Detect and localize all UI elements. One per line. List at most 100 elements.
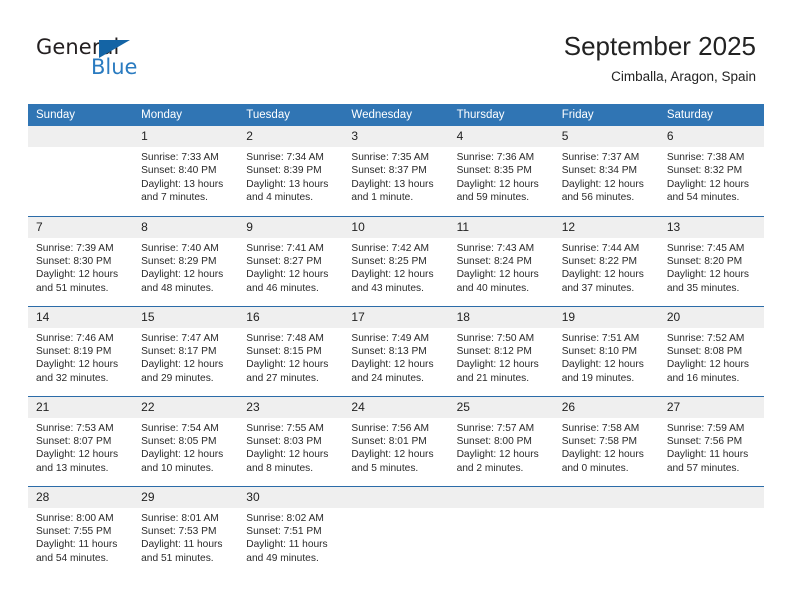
day-details: Sunrise: 7:44 AM Sunset: 8:22 PM Daylight:… bbox=[554, 238, 659, 296]
day-details: Sunrise: 7:48 AM Sunset: 8:15 PM Daylight:… bbox=[238, 328, 343, 386]
sunrise-text: Sunrise: 7:45 AM bbox=[666, 242, 745, 254]
daylight-text-line1: Daylight: 12 hours bbox=[246, 449, 329, 461]
sunset-text: Sunset: 8:34 PM bbox=[561, 165, 638, 177]
day-cell-inner: 2 Sunrise: 7:34 AM Sunset: 8:39 PM Daylight… bbox=[238, 126, 344, 216]
sunset-text: Sunset: 8:27 PM bbox=[246, 255, 322, 267]
day-cell-inner: 1 Sunrise: 7:33 AM Sunset: 8:40 PM Daylight… bbox=[133, 126, 239, 216]
calendar-body: 1 Sunrise: 7:33 AM Sunset: 8:40 PM Daylight… bbox=[28, 126, 764, 576]
day-details: Sunrise: 7:59 AM Sunset: 7:56 PM Daylight:… bbox=[659, 418, 764, 476]
day-details: Sunrise: 7:34 AM Sunset: 8:39 PM Daylight:… bbox=[238, 147, 343, 205]
day-details: Sunrise: 7:52 AM Sunset: 8:08 PM Daylight:… bbox=[659, 328, 764, 386]
day-cell[interactable]: 18 Sunrise: 7:50 AM Sunset: 8:12 PM Dayligh… bbox=[448, 305, 554, 396]
day-cell-inner: 5 Sunrise: 7:37 AM Sunset: 8:34 PM Daylight… bbox=[553, 126, 659, 216]
day-number: 5 bbox=[553, 126, 659, 147]
sunrise-text: Sunrise: 7:53 AM bbox=[36, 422, 114, 434]
daylight-text-line2: and 54 minutes. bbox=[36, 552, 109, 564]
day-cell-inner: 3 Sunrise: 7:35 AM Sunset: 8:37 PM Daylight… bbox=[343, 126, 449, 216]
daylight-text-line2: and 32 minutes. bbox=[36, 372, 109, 384]
day-number bbox=[658, 486, 764, 508]
day-cell[interactable]: 12 Sunrise: 7:44 AM Sunset: 8:22 PM Dayligh… bbox=[553, 215, 659, 306]
daylight-text-line2: and 8 minutes. bbox=[246, 462, 314, 474]
daylight-text-line2: and 49 minutes. bbox=[246, 552, 319, 564]
sunset-text: Sunset: 8:24 PM bbox=[456, 255, 532, 267]
daylight-text-line1: Daylight: 12 hours bbox=[666, 359, 749, 371]
daylight-text-line1: Daylight: 13 hours bbox=[351, 178, 434, 190]
day-cell[interactable]: 10 Sunrise: 7:42 AM Sunset: 8:25 PM Dayligh… bbox=[343, 215, 449, 306]
day-cell[interactable]: 28 Sunrise: 8:00 AM Sunset: 7:55 PM Dayligh… bbox=[28, 485, 134, 576]
day-cell[interactable]: 20 Sunrise: 7:52 AM Sunset: 8:08 PM Dayligh… bbox=[658, 305, 764, 396]
day-cell-empty bbox=[343, 485, 449, 577]
daylight-text-line2: and 16 minutes. bbox=[666, 372, 740, 384]
day-number: 9 bbox=[238, 216, 344, 238]
daylight-text-line1: Daylight: 13 hours bbox=[246, 178, 329, 190]
sunrise-text: Sunrise: 7:42 AM bbox=[351, 242, 430, 254]
sunset-text: Sunset: 8:35 PM bbox=[456, 165, 532, 177]
day-details: Sunrise: 7:43 AM Sunset: 8:24 PM Daylight:… bbox=[449, 238, 554, 296]
day-cell[interactable]: 11 Sunrise: 7:43 AM Sunset: 8:24 PM Dayligh… bbox=[448, 215, 554, 306]
day-number: 16 bbox=[238, 306, 344, 328]
day-cell[interactable]: 8 Sunrise: 7:40 AM Sunset: 8:29 PM Daylight… bbox=[133, 215, 239, 306]
daylight-text-line1: Daylight: 12 hours bbox=[561, 449, 644, 461]
daylight-text-line2: and 21 minutes. bbox=[456, 372, 530, 384]
day-cell-inner: 26 Sunrise: 7:58 AM Sunset: 7:58 PM Dayligh… bbox=[553, 396, 659, 486]
daylight-text-line1: Daylight: 12 hours bbox=[351, 359, 434, 371]
daylight-text-line1: Daylight: 11 hours bbox=[666, 449, 749, 461]
day-cell[interactable]: 27 Sunrise: 7:59 AM Sunset: 7:56 PM Dayligh… bbox=[658, 395, 764, 486]
day-cell[interactable]: 21 Sunrise: 7:53 AM Sunset: 8:07 PM Dayligh… bbox=[28, 395, 134, 486]
day-cell-inner: 19 Sunrise: 7:51 AM Sunset: 8:10 PM Dayligh… bbox=[553, 306, 659, 396]
day-number: 6 bbox=[658, 126, 764, 147]
day-cell-empty bbox=[658, 485, 764, 576]
sunset-text: Sunset: 8:32 PM bbox=[666, 165, 743, 177]
brand-logo[interactable]: General Blue bbox=[36, 36, 216, 90]
sunset-text: Sunset: 7:56 PM bbox=[666, 435, 743, 447]
sunrise-text: Sunrise: 7:35 AM bbox=[351, 152, 430, 163]
day-cell-inner: 15 Sunrise: 7:47 AM Sunset: 8:17 PM Dayligh… bbox=[133, 306, 239, 396]
day-number: 14 bbox=[28, 306, 134, 328]
day-cell[interactable]: 1 Sunrise: 7:33 AM Sunset: 8:40 PM Daylight… bbox=[133, 126, 239, 216]
day-cell[interactable]: 24 Sunrise: 7:56 AM Sunset: 8:01 PM Dayligh… bbox=[343, 395, 449, 486]
day-cell-inner: 20 Sunrise: 7:52 AM Sunset: 8:08 PM Dayligh… bbox=[658, 306, 764, 396]
day-cell[interactable]: 13 Sunrise: 7:45 AM Sunset: 8:20 PM Dayligh… bbox=[658, 215, 764, 306]
day-cell-inner bbox=[343, 486, 449, 577]
day-cell-inner bbox=[448, 486, 554, 577]
day-cell[interactable]: 15 Sunrise: 7:47 AM Sunset: 8:17 PM Dayligh… bbox=[133, 305, 239, 396]
sunset-text: Sunset: 8:29 PM bbox=[141, 255, 217, 267]
day-cell-inner: 13 Sunrise: 7:45 AM Sunset: 8:20 PM Dayligh… bbox=[658, 216, 764, 306]
daylight-text-line1: Daylight: 12 hours bbox=[351, 269, 434, 281]
day-cell[interactable]: 25 Sunrise: 7:57 AM Sunset: 8:00 PM Dayligh… bbox=[448, 395, 554, 486]
day-cell[interactable]: 23 Sunrise: 7:55 AM Sunset: 8:03 PM Dayligh… bbox=[238, 395, 344, 486]
day-cell[interactable]: 17 Sunrise: 7:49 AM Sunset: 8:13 PM Dayligh… bbox=[343, 305, 449, 396]
day-cell[interactable]: 22 Sunrise: 7:54 AM Sunset: 8:05 PM Dayligh… bbox=[133, 395, 239, 486]
daylight-text-line1: Daylight: 12 hours bbox=[36, 269, 119, 281]
day-cell[interactable]: 7 Sunrise: 7:39 AM Sunset: 8:30 PM Daylight… bbox=[28, 215, 134, 306]
sunset-text: Sunset: 8:30 PM bbox=[36, 255, 112, 267]
day-number: 20 bbox=[658, 306, 764, 328]
daylight-text-line1: Daylight: 12 hours bbox=[456, 359, 539, 371]
day-cell-inner: 22 Sunrise: 7:54 AM Sunset: 8:05 PM Dayligh… bbox=[133, 396, 239, 486]
day-number: 4 bbox=[448, 126, 554, 147]
sunset-text: Sunset: 8:07 PM bbox=[36, 435, 112, 447]
day-details: Sunrise: 7:54 AM Sunset: 8:05 PM Daylight:… bbox=[133, 418, 238, 476]
day-cell[interactable]: 6 Sunrise: 7:38 AM Sunset: 8:32 PM Daylight… bbox=[658, 126, 764, 216]
day-cell[interactable]: 9 Sunrise: 7:41 AM Sunset: 8:27 PM Daylight… bbox=[238, 215, 344, 306]
sunrise-text: Sunrise: 7:43 AM bbox=[456, 242, 535, 254]
day-details: Sunrise: 8:00 AM Sunset: 7:55 PM Daylight:… bbox=[28, 508, 133, 566]
daylight-text-line1: Daylight: 12 hours bbox=[561, 359, 644, 371]
day-cell[interactable]: 5 Sunrise: 7:37 AM Sunset: 8:34 PM Daylight… bbox=[553, 126, 659, 216]
day-details: Sunrise: 7:36 AM Sunset: 8:35 PM Daylight:… bbox=[449, 147, 554, 205]
day-cell-inner: 21 Sunrise: 7:53 AM Sunset: 8:07 PM Dayligh… bbox=[28, 396, 134, 486]
day-cell-inner: 7 Sunrise: 7:39 AM Sunset: 8:30 PM Daylight… bbox=[28, 216, 134, 306]
day-cell-inner: 25 Sunrise: 7:57 AM Sunset: 8:00 PM Dayligh… bbox=[448, 396, 554, 486]
day-cell[interactable]: 30 Sunrise: 8:02 AM Sunset: 7:51 PM Dayligh… bbox=[238, 485, 344, 576]
day-cell[interactable]: 4 Sunrise: 7:36 AM Sunset: 8:35 PM Daylight… bbox=[448, 126, 554, 216]
daylight-text-line1: Daylight: 12 hours bbox=[246, 359, 329, 371]
day-cell[interactable]: 26 Sunrise: 7:58 AM Sunset: 7:58 PM Dayligh… bbox=[553, 395, 659, 486]
daylight-text-line1: Daylight: 12 hours bbox=[456, 269, 539, 281]
day-cell[interactable]: 2 Sunrise: 7:34 AM Sunset: 8:39 PM Daylight… bbox=[238, 126, 344, 216]
day-cell[interactable]: 29 Sunrise: 8:01 AM Sunset: 7:53 PM Dayligh… bbox=[133, 485, 239, 576]
day-cell[interactable]: 3 Sunrise: 7:35 AM Sunset: 8:37 PM Daylight… bbox=[343, 126, 449, 216]
day-cell[interactable]: 14 Sunrise: 7:46 AM Sunset: 8:19 PM Dayligh… bbox=[28, 305, 134, 396]
day-cell[interactable]: 19 Sunrise: 7:51 AM Sunset: 8:10 PM Dayligh… bbox=[553, 305, 659, 396]
day-number: 26 bbox=[553, 396, 659, 418]
day-cell[interactable]: 16 Sunrise: 7:48 AM Sunset: 8:15 PM Dayligh… bbox=[238, 305, 344, 396]
